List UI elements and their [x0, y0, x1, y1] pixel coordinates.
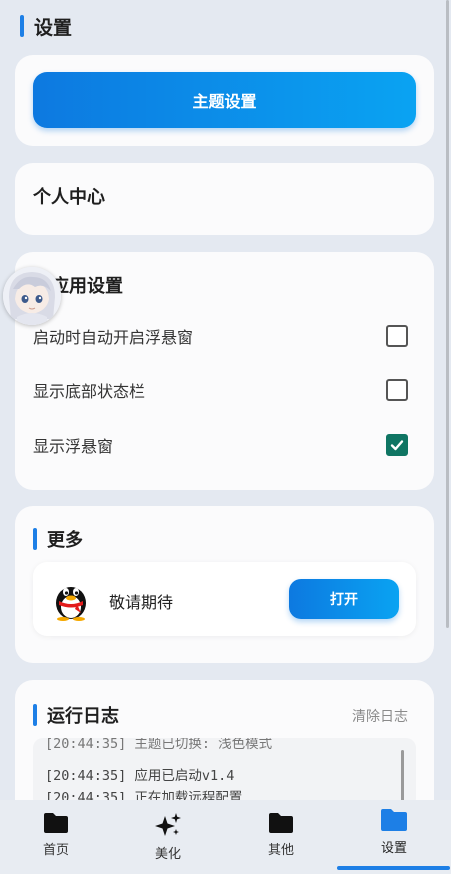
personal-center-title: 个人中心	[33, 187, 105, 208]
app-settings-card: 应用设置 启动时自动开启浮悬窗 显示底部状态栏 显示浮悬窗	[15, 252, 434, 490]
nav-item-home[interactable]: 首页	[0, 812, 112, 868]
qq-penguin-icon	[56, 587, 86, 621]
folder-icon	[269, 813, 293, 833]
open-button[interactable]: 打开	[289, 579, 399, 619]
setting-label: 启动时自动开启浮悬窗	[33, 328, 194, 347]
show-float-checkbox[interactable]	[386, 434, 408, 456]
nav-label: 美化	[154, 847, 181, 862]
more-item-label: 敬请期待	[109, 593, 174, 612]
folder-icon	[381, 809, 407, 831]
setting-row-auto-float[interactable]: 启动时自动开启浮悬窗	[15, 316, 434, 356]
nav-label: 其他	[267, 843, 294, 858]
log-line: [20:44:35] 主题已切换: 浅色模式	[45, 738, 273, 752]
nav-label: 设置	[380, 841, 407, 856]
nav-label: 首页	[42, 843, 69, 858]
anime-avatar-icon	[3, 267, 61, 325]
log-scrollbar[interactable]	[401, 750, 404, 806]
logs-header: 运行日志	[33, 702, 119, 728]
logs-accent-bar	[33, 704, 37, 726]
nav-active-indicator	[337, 866, 450, 870]
log-line: [20:44:35] 应用已启动v1.4	[45, 768, 235, 784]
bottom-nav: 首页 美化 其他 设置	[0, 800, 451, 874]
setting-label: 显示浮悬窗	[33, 437, 114, 456]
clear-logs-button[interactable]: 清除日志	[352, 706, 408, 726]
more-title: 更多	[47, 530, 83, 551]
theme-card: 主题设置	[15, 55, 434, 146]
personal-center-card[interactable]: 个人中心	[15, 163, 434, 235]
title-accent-bar	[20, 15, 24, 37]
theme-settings-button[interactable]: 主题设置	[33, 72, 416, 128]
more-card: 更多 敬请期待 打开	[15, 506, 434, 663]
more-item: 敬请期待 打开	[33, 562, 416, 636]
setting-row-show-float[interactable]: 显示浮悬窗	[15, 425, 434, 465]
nav-item-other[interactable]: 其他	[225, 812, 337, 868]
nav-item-settings[interactable]: 设置	[338, 808, 450, 864]
floating-window-avatar[interactable]	[3, 267, 61, 325]
status-bar-checkbox[interactable]	[386, 379, 408, 401]
page-title-text: 设置	[34, 16, 73, 39]
logs-title: 运行日志	[47, 706, 119, 727]
log-box[interactable]: [20:44:35] 主题已切换: 浅色模式 [20:44:35] 应用已启动v…	[33, 738, 416, 808]
setting-row-status-bar[interactable]: 显示底部状态栏	[15, 370, 434, 410]
checkmark-icon	[390, 440, 404, 451]
more-header: 更多	[33, 526, 83, 552]
page-scrollbar[interactable]	[446, 0, 449, 628]
app-settings-title: 应用设置	[51, 276, 123, 297]
more-accent-bar	[33, 528, 37, 550]
auto-float-checkbox[interactable]	[386, 325, 408, 347]
nav-item-beautify[interactable]: 美化	[112, 812, 224, 868]
setting-label: 显示底部状态栏	[33, 382, 146, 401]
folder-icon	[44, 813, 68, 833]
page-title: 设置	[20, 14, 73, 39]
sparkle-icon	[155, 813, 181, 836]
